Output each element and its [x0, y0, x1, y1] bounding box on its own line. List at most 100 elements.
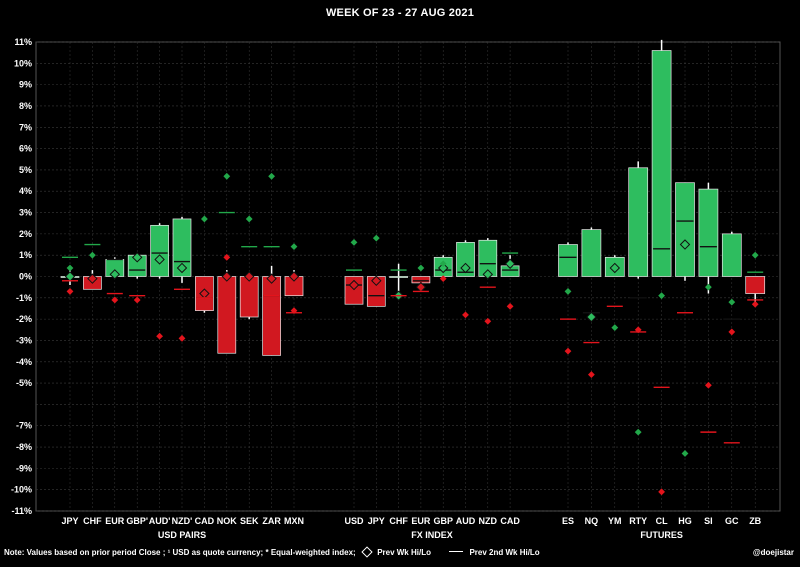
- prev-wk-hi-marker: [66, 264, 74, 272]
- prev-wk-hi-marker: [268, 172, 275, 180]
- prev-wk-hi-marker: [417, 264, 425, 272]
- y-tick-label: -1%: [16, 293, 32, 303]
- bar: [628, 167, 649, 277]
- category-label: EUR: [411, 516, 431, 526]
- asterisk-icon: *: [265, 548, 269, 557]
- chart: 11% 10% 9% 8% 7% 6% 5% 4% 3% 2% 1% 0% -1% -2% -3% -4% -5…: [11, 37, 781, 540]
- category-label: GBP': [126, 516, 148, 526]
- bar: [698, 188, 719, 277]
- prev-wk-lo-marker: [634, 428, 642, 436]
- category-label: NQ: [585, 516, 599, 526]
- category-label: ZAR: [262, 516, 281, 526]
- y-axis: 11% 10% 9% 8% 7% 6% 5% 4% 3% 2% 1% 0% -1% -2% -3% -4% -5…: [11, 37, 32, 516]
- prev-wk-lo-marker: [564, 288, 572, 295]
- prev-wk-hi-marker: [201, 215, 208, 223]
- category-label: NZD: [479, 516, 498, 526]
- category-label: MXN: [284, 516, 304, 526]
- category-label: CHF: [389, 516, 408, 526]
- prev-wk-lo-marker: [462, 311, 469, 319]
- y-tick-label: 0%: [19, 272, 32, 282]
- category-label: HG: [678, 516, 692, 526]
- prev-wk-hi-marker: [223, 172, 231, 180]
- prev-wk-lo-marker: [66, 288, 74, 295]
- y-tick-label: -7%: [16, 421, 32, 431]
- bar: [150, 224, 169, 277]
- bar: [721, 233, 742, 277]
- bar: [558, 244, 578, 277]
- category-label: SI: [704, 516, 713, 526]
- y-tick-label: 10%: [14, 58, 32, 68]
- category-label: AUD': [149, 516, 171, 526]
- prev-wk-lo-marker: [564, 347, 572, 355]
- prev-wk-lo-marker: [705, 283, 712, 291]
- group-label: FUTURES: [640, 530, 683, 540]
- prev-wk-lo-marker: [588, 371, 595, 378]
- prev-wk-hi-marker: [372, 234, 380, 242]
- y-tick-label: 6%: [19, 144, 32, 154]
- footer-note: Note: Values based on prior period Close…: [4, 546, 540, 559]
- category-label: CAD: [195, 516, 215, 526]
- bar: [745, 276, 766, 294]
- y-tick-label: -10%: [11, 485, 32, 495]
- prev-wk-lo-marker: [156, 332, 163, 340]
- category-label: SEK: [240, 516, 259, 526]
- prev-wk-lo-marker: [728, 298, 736, 306]
- prev-wk-hi-marker: [751, 251, 759, 259]
- category-label: ES: [562, 516, 574, 526]
- prev-wk-lo-marker: [506, 302, 514, 310]
- category-label: CHF: [83, 516, 102, 526]
- y-tick-label: 4%: [19, 186, 32, 196]
- legend-prev-2nd-wk: Prev 2nd Wk Hi/Lo: [469, 548, 540, 557]
- prev-wk-lo-marker: [728, 328, 736, 336]
- prev-wk-level-marker: [64, 271, 76, 282]
- category-label: RTY: [629, 516, 647, 526]
- bar: [581, 229, 602, 277]
- category-label: ZB: [749, 516, 761, 526]
- y-tick-label: -11%: [11, 506, 32, 516]
- y-tick-label: 7%: [19, 122, 32, 132]
- prev-wk-lo-marker: [658, 292, 665, 300]
- prev-wk-hi-marker: [350, 238, 358, 246]
- y-tick-label: 2%: [19, 229, 32, 239]
- y-tick-label: -3%: [16, 335, 32, 345]
- prev-wk-lo-marker: [658, 488, 665, 496]
- x-axis: JPY CHF EUR GBP' AUD' NZD' CAD NOK SEK ZAR MXNUSD …: [61, 516, 761, 540]
- y-tick-label: -9%: [16, 463, 32, 473]
- group-label: FX INDEX: [411, 530, 453, 540]
- y-tick-label: 5%: [19, 165, 32, 175]
- legend-prev-wk: Prev Wk Hi/Lo: [377, 548, 431, 557]
- prev-wk-level-marker: [415, 281, 427, 293]
- prev-wk-lo-marker: [133, 296, 141, 304]
- bar: [239, 276, 259, 318]
- category-label: NOK: [217, 516, 238, 526]
- y-tick-label: -8%: [16, 442, 32, 452]
- category-label: GBP: [433, 516, 453, 526]
- bar: [262, 276, 281, 356]
- category-label: GC: [725, 516, 739, 526]
- bar: [651, 50, 672, 277]
- y-tick-label: -5%: [16, 378, 32, 388]
- category-label: NZD': [172, 516, 193, 526]
- category-label: YM: [608, 516, 622, 526]
- y-tick-label: -4%: [16, 357, 32, 367]
- y-tick-label: 1%: [19, 250, 32, 260]
- bar: [675, 182, 695, 277]
- bars: [60, 39, 766, 356]
- diamond-icon: [361, 546, 373, 559]
- footer-usd-quote: USD as quote currency;: [172, 548, 264, 557]
- prev-wk-lo-marker: [681, 450, 689, 457]
- category-label: CAD: [500, 516, 520, 526]
- prev-wk-level-marker: [586, 311, 597, 323]
- category-label: EUR: [105, 516, 125, 526]
- category-label: AUD: [456, 516, 476, 526]
- y-tick-label: -2%: [16, 314, 32, 324]
- prev-wk-lo-marker: [705, 381, 712, 389]
- category-label: USD: [344, 516, 364, 526]
- prev-wk-hi-marker: [89, 251, 96, 259]
- category-label: JPY: [368, 516, 385, 526]
- prev-wk-lo-marker: [611, 324, 619, 332]
- category-label: CL: [656, 516, 668, 526]
- y-tick-label: 9%: [19, 80, 32, 90]
- bar: [389, 276, 408, 278]
- category-label: JPY: [61, 516, 78, 526]
